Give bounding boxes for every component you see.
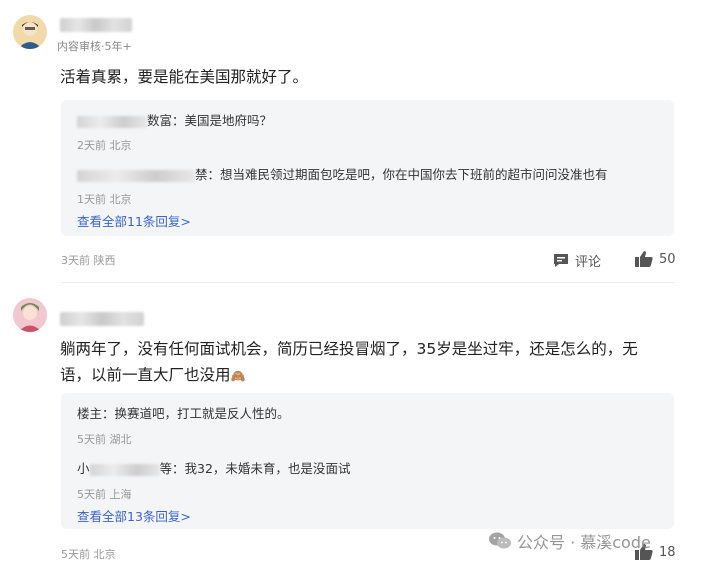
reply-text: ：换赛道吧，打工就是反人性的。	[102, 406, 290, 421]
username-blurred	[60, 18, 132, 32]
username-blurred	[60, 312, 144, 326]
thumbs-up-icon	[635, 251, 653, 267]
watermark: 公众号 · 慕溪code	[489, 529, 651, 553]
reply-author-blurred	[89, 463, 160, 476]
reply-text: ：想当难民领过期面包吃是吧，你在中国你去下班前的超市问问没准也有	[207, 167, 608, 182]
like-count: 18	[659, 544, 676, 560]
reply-text: ：我32，未婚未育，也是没面试	[172, 461, 351, 476]
see-all-replies-link[interactable]: 查看全部13条回复>	[77, 506, 191, 525]
user-meta: 内容审核·5年+	[57, 40, 132, 53]
reply-author[interactable]: 小	[77, 461, 90, 476]
reply-author-blurred	[77, 115, 147, 128]
comment-footer-meta: 5天前 北京	[61, 548, 116, 561]
comment-icon	[553, 253, 569, 268]
reply-item: 禁：想当难民领过期面包吃是吧，你在中国你去下班前的超市问问没准也有	[77, 164, 608, 183]
reply-item: 数富：美国是地府吗？	[77, 110, 272, 129]
comment-text: 躺两年了，没有任何面试机会，简历已经投冒烟了，35岁是坐过牢，还是怎么的，无语，…	[60, 340, 638, 384]
reply-item: 楼主：换赛道吧，打工就是反人性的。	[77, 403, 290, 422]
comment-label: 评论	[575, 255, 602, 270]
reply-box: 楼主：换赛道吧，打工就是反人性的。 5天前 湖北 小等：我32，未婚未育，也是没…	[61, 393, 674, 529]
divider	[61, 282, 675, 283]
reply-box: 数富：美国是地府吗？ 2天前 北京 禁：想当难民领过期面包吃是吧，你在中国你去下…	[61, 100, 674, 236]
like-count: 50	[659, 251, 676, 267]
reply-author[interactable]: 禁	[195, 167, 208, 182]
avatar[interactable]	[13, 15, 47, 49]
reply-meta: 1天前 北京	[77, 193, 132, 206]
comment-button[interactable]: 评论	[553, 251, 601, 270]
reply-author-blurred	[77, 169, 195, 182]
avatar[interactable]	[13, 298, 47, 332]
reply-meta: 2天前 北京	[77, 139, 132, 152]
reply-item: 小等：我32，未婚未育，也是没面试	[77, 461, 351, 476]
wechat-icon	[489, 532, 511, 550]
emoji: 🙈	[230, 369, 246, 383]
reply-meta: 5天前 湖北	[77, 433, 132, 446]
reply-text: ：美国是地府吗？	[172, 113, 273, 128]
see-all-replies-link[interactable]: 查看全部11条回复>	[77, 211, 191, 230]
comment-footer-meta: 3天前 陕西	[61, 254, 116, 267]
comment-item: 内容审核·5年+ 活着真累，要是能在美国那就好了。 数富：美国是地府吗？ 2天前…	[0, 0, 708, 280]
watermark-text: 公众号 · 慕溪code	[517, 533, 651, 552]
reply-author[interactable]: 楼主	[77, 406, 102, 421]
comment-text: 活着真累，要是能在美国那就好了。	[60, 68, 309, 86]
like-button[interactable]: 50	[635, 251, 676, 267]
reply-author[interactable]: 数富	[147, 113, 172, 128]
reply-meta: 5天前 上海	[77, 488, 132, 501]
